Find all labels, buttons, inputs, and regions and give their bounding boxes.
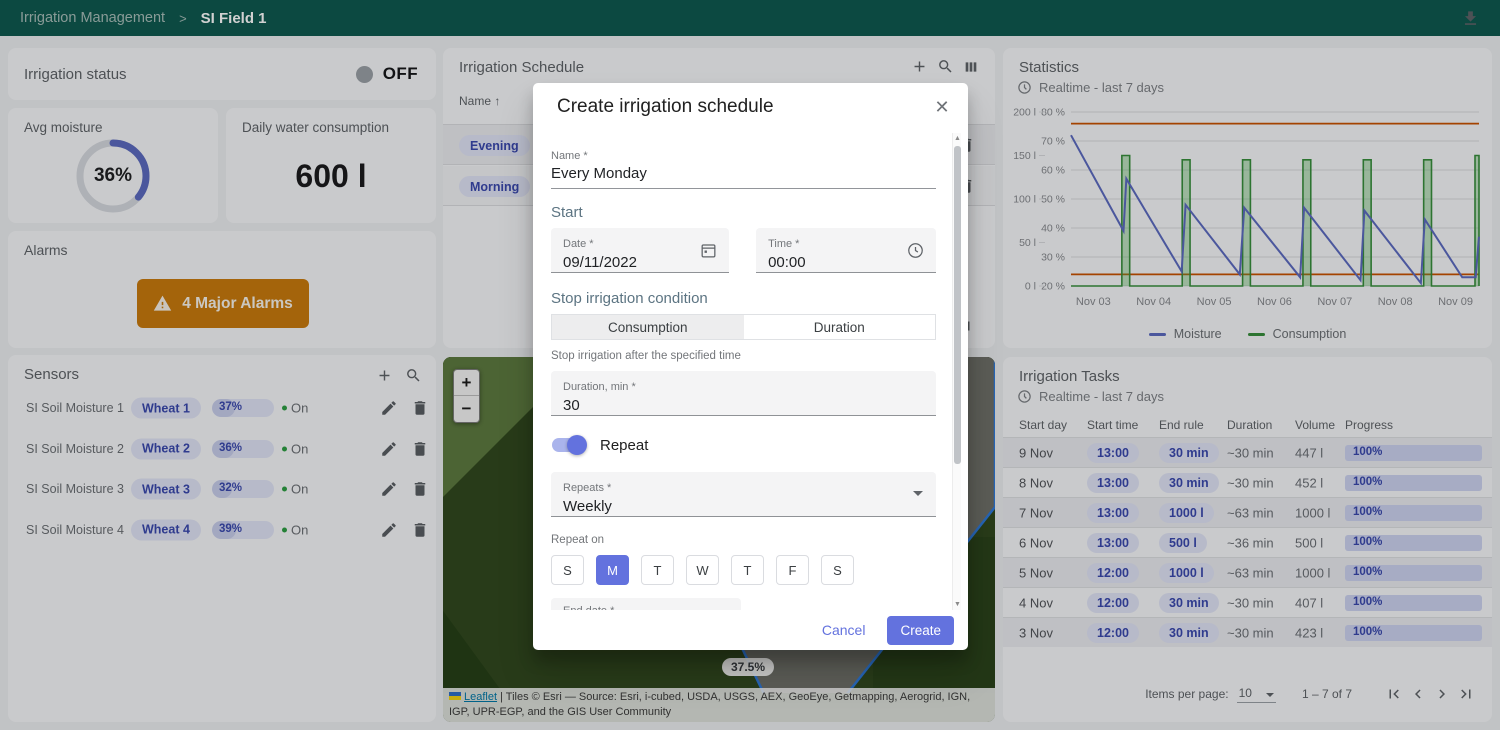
tab-consumption[interactable]: Consumption: [552, 315, 744, 339]
dialog-title: Create irrigation schedule: [557, 96, 774, 118]
time-field-label: Time *: [768, 238, 799, 250]
scroll-down-icon[interactable]: ▼: [954, 601, 961, 608]
tab-duration[interactable]: Duration: [744, 315, 936, 339]
end-date-field[interactable]: End date *: [551, 598, 741, 610]
close-icon[interactable]: ✕: [931, 96, 953, 118]
time-field[interactable]: Time * 00:00: [756, 228, 936, 273]
dialog-scroll-area: Name * Every Monday Start Date * 09/11/2…: [533, 133, 968, 610]
stop-condition-tabs: Consumption Duration: [551, 314, 936, 340]
day-button-m[interactable]: M: [596, 555, 629, 585]
create-schedule-dialog: Create irrigation schedule ✕ Name * Ever…: [533, 83, 968, 650]
day-button-w[interactable]: W: [686, 555, 719, 585]
calendar-icon[interactable]: [699, 241, 718, 260]
repeats-field-label: Repeats *: [563, 482, 611, 494]
name-input[interactable]: Every Monday: [551, 165, 936, 189]
date-field[interactable]: Date * 09/11/2022: [551, 228, 729, 273]
scroll-up-icon[interactable]: ▲: [954, 135, 961, 142]
duration-field-value: 30: [563, 397, 924, 414]
repeats-select[interactable]: Repeats * Weekly: [551, 472, 936, 517]
date-field-value: 09/11/2022: [563, 254, 717, 271]
stop-condition-section-title: Stop irrigation condition: [551, 290, 936, 307]
time-field-value: 00:00: [768, 254, 924, 271]
day-button-s[interactable]: S: [551, 555, 584, 585]
repeat-day-buttons: SMTWTFS: [551, 555, 936, 585]
dialog-scrollbar[interactable]: ▲ ▼: [952, 133, 961, 610]
dropdown-caret-icon: [913, 491, 923, 496]
day-button-t[interactable]: T: [731, 555, 764, 585]
start-section-title: Start: [551, 204, 936, 221]
day-button-f[interactable]: F: [776, 555, 809, 585]
stop-condition-hint: Stop irrigation after the specified time: [551, 350, 936, 362]
day-button-s[interactable]: S: [821, 555, 854, 585]
duration-field-label: Duration, min *: [563, 381, 636, 393]
name-field-label: Name *: [551, 150, 936, 162]
day-button-t[interactable]: T: [641, 555, 674, 585]
clock-icon[interactable]: [906, 241, 925, 260]
repeat-toggle-label: Repeat: [600, 437, 648, 454]
repeats-field-value: Weekly: [563, 498, 924, 515]
scrollbar-thumb[interactable]: [954, 146, 961, 464]
duration-field[interactable]: Duration, min * 30: [551, 371, 936, 416]
date-field-label: Date *: [563, 238, 594, 250]
repeat-toggle[interactable]: [551, 435, 587, 455]
create-button[interactable]: Create: [887, 616, 954, 645]
cancel-button[interactable]: Cancel: [822, 622, 866, 638]
repeat-on-label: Repeat on: [551, 534, 936, 546]
